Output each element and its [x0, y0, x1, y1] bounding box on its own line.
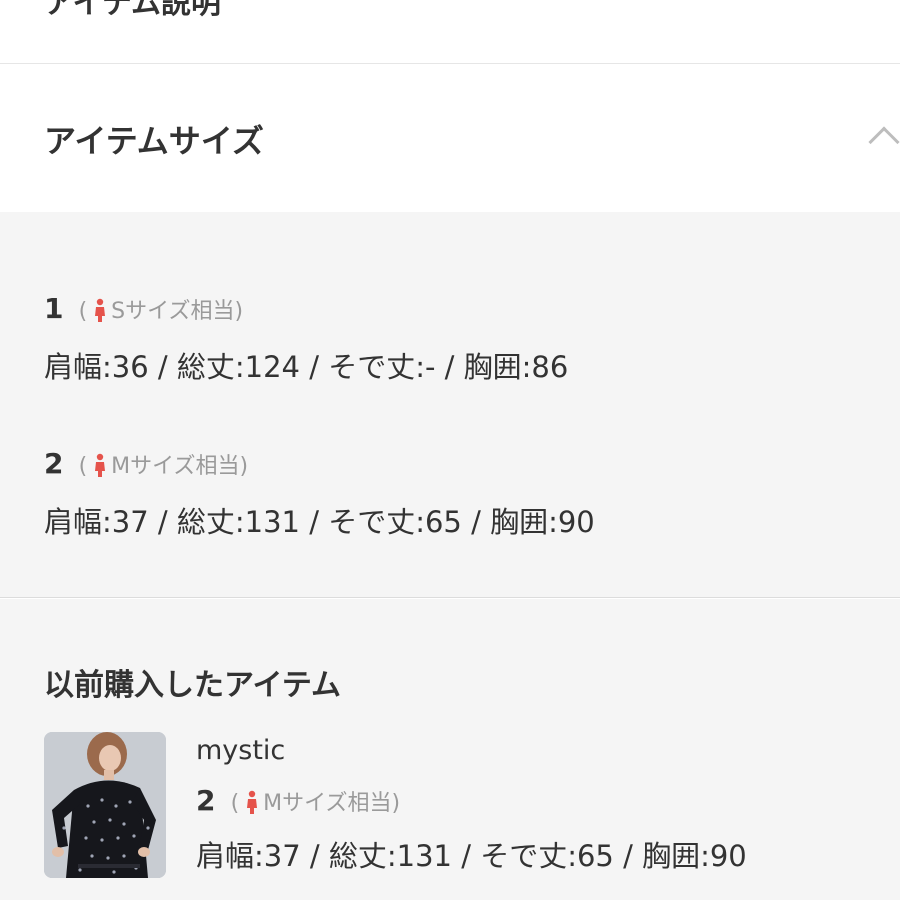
size-row: 2 ( Mサイズ相当) [44, 447, 248, 480]
item-description-header[interactable]: アイテム説明 [0, 0, 900, 64]
person-icon [247, 790, 258, 814]
purchase-history-title: 以前購入したアイテム [44, 668, 341, 703]
person-icon [95, 453, 106, 477]
size-number: 2 [196, 784, 216, 817]
size-equivalent-close: ) [234, 299, 244, 324]
size-equivalent-open: ( [78, 299, 88, 324]
person-icon [95, 298, 106, 322]
purchased-item-thumbnail[interactable] [44, 732, 166, 878]
size-equivalent-open: ( [230, 791, 240, 816]
size-equivalent-close: ) [239, 454, 249, 479]
item-photo [44, 732, 166, 878]
size-equivalent-label: Sサイズ相当 [111, 299, 235, 324]
size-equivalent-label: Mサイズ相当 [263, 791, 392, 816]
purchased-item-brand[interactable]: mystic [196, 735, 285, 766]
size-dimensions: 肩幅:36 / 総丈:124 / そで丈:- / 胸囲:86 [44, 350, 569, 384]
item-size-title: アイテムサイズ [44, 122, 264, 160]
item-description-title: アイテム説明 [44, 0, 221, 21]
size-number: 1 [44, 292, 64, 325]
purchased-item-dimensions: 肩幅:37 / 総丈:131 / そで丈:65 / 胸囲:90 [196, 839, 747, 873]
size-row: 1 ( Sサイズ相当) [44, 292, 243, 325]
size-equivalent-label: Mサイズ相当 [111, 454, 240, 479]
purchased-item-size-row: 2 ( Mサイズ相当) [196, 784, 400, 817]
size-number: 2 [44, 447, 64, 480]
size-equivalent-close: ) [391, 791, 401, 816]
size-dimensions: 肩幅:37 / 総丈:131 / そで丈:65 / 胸囲:90 [44, 505, 595, 539]
size-equivalent-open: ( [78, 454, 88, 479]
